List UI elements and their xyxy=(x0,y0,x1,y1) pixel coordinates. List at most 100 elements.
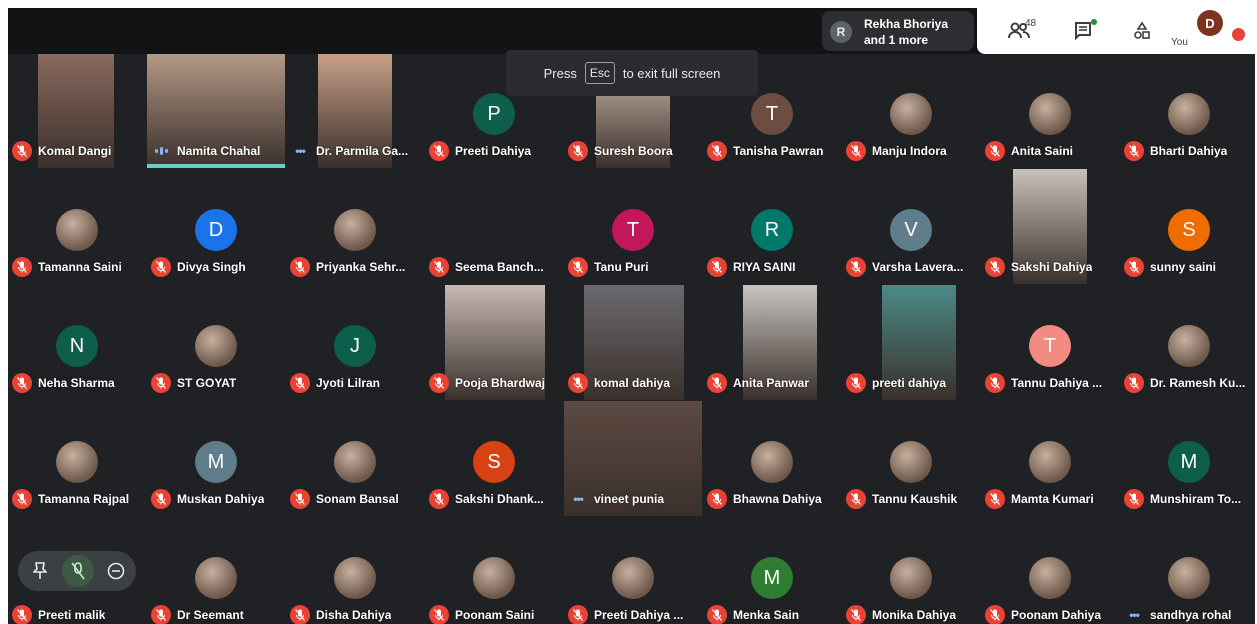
mic-off-icon xyxy=(568,141,588,161)
participant-name: Neha Sharma xyxy=(38,376,115,390)
participant-name: Tannu Dahiya ... xyxy=(1011,376,1103,390)
participant-tile[interactable]: Ssunny saini xyxy=(1120,169,1255,284)
participant-name: Preeti malik xyxy=(38,608,106,622)
speaking-indicator xyxy=(147,164,285,168)
name-row: Anita Panwar xyxy=(707,373,841,393)
participant-tile[interactable]: Mamta Kumari xyxy=(981,401,1119,516)
participant-name: Poonam Dahiya xyxy=(1011,608,1102,622)
name-row: preeti dahiya xyxy=(846,373,980,393)
fullscreen-toast: Press Esc to exit full screen xyxy=(506,50,758,96)
participant-tile[interactable]: N Neha Sharma xyxy=(8,285,146,400)
mic-off-icon xyxy=(707,257,727,277)
chat-button[interactable] xyxy=(1069,16,1099,46)
participant-name: Divya Singh xyxy=(177,260,246,274)
participant-tile[interactable]: J Jyoti Lilran xyxy=(286,285,424,400)
participant-initial-avatar: M xyxy=(751,557,793,599)
name-row: Manju Indora xyxy=(846,141,980,161)
participant-tile[interactable]: Monika Dahiya xyxy=(842,517,980,624)
minimize-button[interactable] xyxy=(100,555,132,587)
participant-name: Sakshi Dhank... xyxy=(455,492,544,506)
participant-tile[interactable]: Tamanna Saini xyxy=(8,169,146,284)
mic-off-icon xyxy=(846,489,866,509)
mic-off-icon xyxy=(429,373,449,393)
participant-tile[interactable]: Dr Seemant xyxy=(147,517,285,624)
participant-tile[interactable]: Namita Chahal xyxy=(147,53,285,168)
esc-key: Esc xyxy=(584,62,615,84)
self-tile-avatar[interactable] xyxy=(62,555,94,587)
participant-tile[interactable]: Seema Banch... xyxy=(425,169,563,284)
participant-tile[interactable]: Dr. Ramesh Ku... xyxy=(1120,285,1255,400)
participant-name: sunny saini xyxy=(1150,260,1217,274)
participant-photo-avatar xyxy=(473,557,515,599)
participant-tile[interactable]: T Tanu Puri xyxy=(564,169,702,284)
name-row: Poonam Dahiya xyxy=(985,605,1119,624)
participant-tile[interactable]: Pooja Bhardwaj xyxy=(425,285,563,400)
muted-mic-icon xyxy=(71,562,85,580)
participant-tile[interactable]: Manju Indora xyxy=(842,53,980,168)
participant-tile[interactable]: R RIYA SAINI xyxy=(703,169,841,284)
participant-tile[interactable]: D Divya Singh xyxy=(147,169,285,284)
self-avatar[interactable]: D xyxy=(1197,10,1223,36)
participant-tile[interactable]: M Munshiram To... xyxy=(1120,401,1255,516)
participant-tile[interactable]: Sonam Bansal xyxy=(286,401,424,516)
participant-tile[interactable]: Poonam Saini xyxy=(425,517,563,624)
name-row: Neha Sharma xyxy=(12,373,146,393)
participant-photo-avatar xyxy=(890,557,932,599)
participant-tile[interactable]: M Muskan Dahiya xyxy=(147,401,285,516)
participant-tile[interactable]: Priyanka Sehr... xyxy=(286,169,424,284)
participant-name: komal dahiya xyxy=(594,376,671,390)
participant-tile[interactable]: Disha Dahiya xyxy=(286,517,424,624)
participant-tile[interactable]: Bharti Dahiya xyxy=(1120,53,1255,168)
participant-tile[interactable]: ••• Dr. Parmila Ga... xyxy=(286,53,424,168)
participant-tile[interactable]: Anita Panwar xyxy=(703,285,841,400)
participant-tile[interactable]: Preeti Dahiya ... xyxy=(564,517,702,624)
participant-tile[interactable]: Bhawna Dahiya xyxy=(703,401,841,516)
people-button[interactable]: 48 xyxy=(997,16,1041,46)
name-row: Varsha Lavera... xyxy=(846,257,980,277)
participant-tile[interactable]: Tamanna Rajpal xyxy=(8,401,146,516)
name-row: Monika Dahiya xyxy=(846,605,980,624)
participant-tile[interactable]: T Tannu Dahiya ... xyxy=(981,285,1119,400)
participant-tile[interactable]: preeti dahiya xyxy=(842,285,980,400)
participant-photo-avatar xyxy=(1168,325,1210,367)
participant-tile[interactable]: ••• sandhya rohal xyxy=(1120,517,1255,624)
participant-tile[interactable]: ST GOYAT xyxy=(147,285,285,400)
mic-off-icon xyxy=(12,489,32,509)
participant-tile[interactable]: komal dahiya xyxy=(564,285,702,400)
participant-photo-avatar xyxy=(195,325,237,367)
name-row: Dr Seemant xyxy=(151,605,285,624)
name-row: Disha Dahiya xyxy=(290,605,424,624)
participant-name: Anita Saini xyxy=(1011,144,1074,158)
participant-photo-avatar xyxy=(890,441,932,483)
speaking-icon xyxy=(151,141,171,161)
participant-tile[interactable]: ••• vineet punia xyxy=(564,401,702,516)
name-row: Seema Banch... xyxy=(429,257,563,277)
participant-name: Priyanka Sehr... xyxy=(316,260,406,274)
participant-tile[interactable]: S Sakshi Dhank... xyxy=(425,401,563,516)
participant-tile[interactable]: Anita Saini xyxy=(981,53,1119,168)
participant-initial-avatar: T xyxy=(1029,325,1071,367)
participant-initial-avatar: J xyxy=(334,325,376,367)
pin-button[interactable] xyxy=(24,555,56,587)
presenter-chip[interactable]: R Rekha Bhoriya and 1 more xyxy=(822,11,974,51)
participant-name: Preeti Dahiya ... xyxy=(594,608,684,622)
participant-name: Preeti Dahiya xyxy=(455,144,532,158)
participant-tile[interactable]: Komal Dangi xyxy=(8,53,146,168)
participant-tile[interactable]: Sakshi Dahiya xyxy=(981,169,1119,284)
unread-dot xyxy=(1091,19,1097,25)
participant-tile[interactable]: Poonam Dahiya xyxy=(981,517,1119,624)
participant-tile[interactable]: M Menka Sain xyxy=(703,517,841,624)
participant-name: Anita Panwar xyxy=(733,376,810,390)
pin-icon xyxy=(33,562,47,579)
participant-name: Disha Dahiya xyxy=(316,608,392,622)
name-row: Jyoti Lilran xyxy=(290,373,424,393)
participant-initial-avatar: P xyxy=(473,93,515,135)
mic-off-icon xyxy=(12,257,32,277)
activities-button[interactable] xyxy=(1127,16,1157,46)
meeting-grid: Komal Dangi Namita Chahal ••• Dr. Parmila G… xyxy=(8,8,1255,624)
participant-tile[interactable]: Tannu Kaushik xyxy=(842,401,980,516)
participant-tile[interactable]: V Varsha Lavera... xyxy=(842,169,980,284)
participant-name: Bhawna Dahiya xyxy=(733,492,822,506)
participant-photo-avatar xyxy=(56,209,98,251)
participant-initial-avatar: V xyxy=(890,209,932,251)
